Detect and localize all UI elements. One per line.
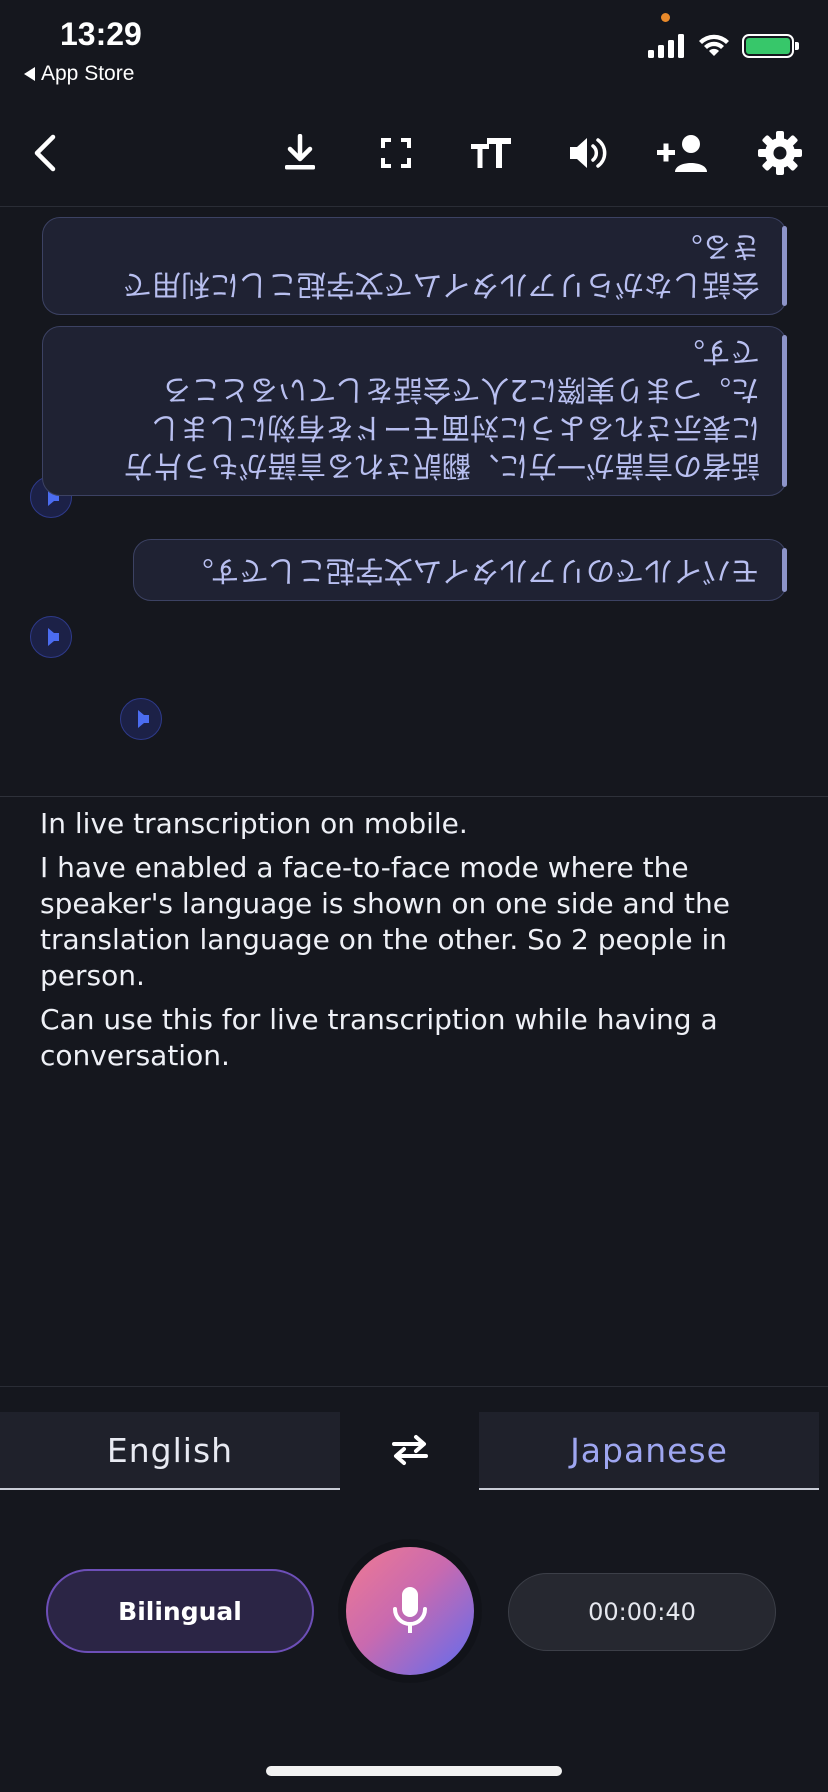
flipped-line: た。つまり実際に2人で会話をしているところ — [162, 373, 760, 407]
controls-divider — [0, 1386, 828, 1387]
flipped-line: に表示されるように対面モードを有効にしまし — [150, 411, 760, 445]
flipped-message-1: 会話しながらリアルタイムで文字起こしに利用で きる。 — [42, 217, 787, 315]
settings-button[interactable] — [750, 118, 810, 188]
status-bar: 13:29 App Store — [0, 0, 828, 100]
speaker-button[interactable] — [558, 118, 618, 188]
privacy-indicator-dot — [661, 13, 670, 22]
home-indicator[interactable] — [266, 1766, 562, 1776]
play-speaker-icon — [138, 710, 149, 728]
flipped-line: モバイルでのリアルタイム文字起こしです。 — [184, 554, 760, 588]
play-button[interactable] — [120, 698, 162, 740]
back-to-app-store[interactable]: App Store — [24, 62, 134, 86]
text-size-button[interactable] — [462, 118, 522, 188]
add-person-icon — [657, 135, 707, 172]
settings-icon — [758, 131, 802, 175]
transcript-paragraph: In live transcription on mobile. — [40, 807, 468, 840]
download-icon — [285, 134, 315, 170]
microphone-button[interactable] — [346, 1547, 474, 1675]
back-button[interactable] — [14, 118, 74, 188]
toolbar — [0, 118, 828, 188]
battery-charging-icon — [742, 34, 799, 58]
fullscreen-icon — [381, 138, 411, 168]
flipped-line: きる。 — [673, 230, 760, 264]
source-language-selector[interactable]: English — [0, 1412, 340, 1490]
transcript-paragraph: Can use this for live transcription whil… — [40, 1003, 718, 1072]
target-language-selector[interactable]: Japanese — [479, 1412, 819, 1490]
play-speaker-icon — [48, 628, 59, 646]
transcript-paragraph: I have enabled a face-to-face mode where… — [40, 851, 731, 992]
swap-languages-button[interactable] — [384, 1424, 436, 1476]
microphone-icon — [393, 1587, 427, 1633]
flipped-line: 話者の言語が一方に、翻訳される言語がもう片方 — [123, 449, 760, 483]
face-to-face-divider — [0, 796, 828, 797]
text-size-icon — [471, 138, 511, 168]
back-to-app-label: App Store — [41, 62, 135, 85]
flipped-message-3: モバイルでのリアルタイム文字起こしです。 — [133, 539, 787, 601]
toolbar-divider — [0, 206, 828, 207]
recording-timer: 00:00:40 — [508, 1573, 776, 1651]
face-to-face-area: 会話しながらリアルタイムで文字起こしに利用で きる。 話者の言語が一方に、翻訳さ… — [0, 208, 828, 796]
fullscreen-button[interactable] — [366, 118, 426, 188]
flipped-line: 会話しながらリアルタイムで文字起こしに利用で — [122, 268, 760, 302]
speaker-icon — [570, 138, 607, 168]
back-triangle-icon — [24, 67, 35, 81]
add-person-button[interactable] — [654, 118, 714, 188]
transcript: In live transcription on mobile. I have … — [40, 806, 800, 1082]
flipped-message-2: 話者の言語が一方に、翻訳される言語がもう片方 に表示されるように対面モードを有効… — [42, 326, 787, 496]
wifi-icon — [699, 34, 729, 56]
back-icon — [34, 134, 56, 172]
status-icons — [648, 34, 799, 58]
download-button[interactable] — [270, 118, 330, 188]
status-time: 13:29 — [60, 16, 142, 52]
flipped-line: です。 — [675, 335, 760, 369]
play-button[interactable] — [30, 616, 72, 658]
cellular-signal-icon — [648, 34, 684, 58]
swap-arrows-icon — [392, 1435, 428, 1465]
bilingual-mode-button[interactable]: Bilingual — [46, 1569, 314, 1653]
